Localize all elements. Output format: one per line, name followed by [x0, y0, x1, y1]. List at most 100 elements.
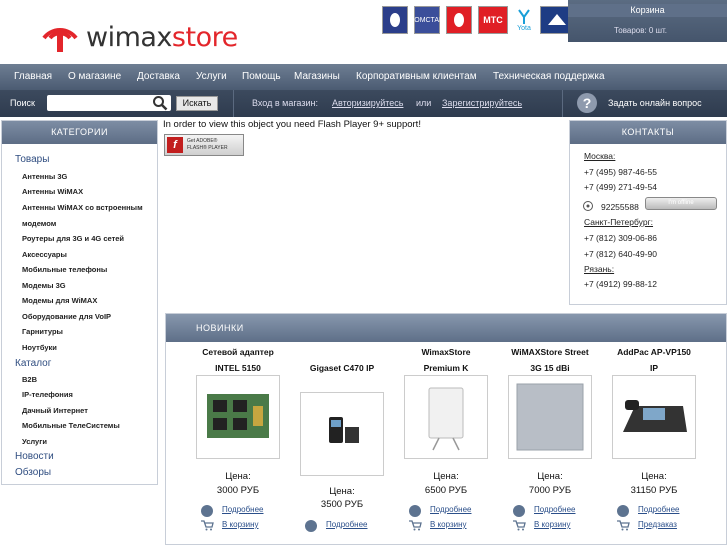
add-to-cart-link[interactable]: В корзину: [222, 520, 259, 529]
icq-status-badge: I'm offline: [645, 197, 717, 210]
product-name[interactable]: Сетевой адаптер INTEL 5150: [188, 344, 288, 376]
flash-icon: f: [167, 137, 183, 153]
product-name-line1: Сетевой адаптер: [202, 347, 274, 357]
get-flash-player-button[interactable]: f Get ADOBE® FLASH® PLAYER: [164, 134, 244, 156]
category-catalog[interactable]: Каталог: [15, 358, 51, 369]
category-item[interactable]: Аксессуары: [22, 250, 67, 259]
category-item[interactable]: Роутеры для 3G и 4G сетей: [22, 234, 124, 243]
nav-item-home[interactable]: Главная: [14, 71, 52, 82]
category-item[interactable]: Модемы 3G: [22, 281, 66, 290]
search-icon[interactable]: [152, 95, 168, 111]
product-image[interactable]: [300, 392, 384, 476]
logo-text-wimax: wimax: [86, 22, 172, 53]
category-item[interactable]: Дачный Интернет: [22, 406, 88, 415]
product-price: 31150 РУБ: [630, 485, 678, 496]
categories-panel: КАТЕГОРИИ Товары Антенны 3G Антенны WiMA…: [1, 120, 158, 485]
category-goods[interactable]: Товары: [15, 154, 49, 165]
category-item[interactable]: Услуги: [22, 437, 47, 446]
logo-text-store: store: [171, 22, 238, 53]
cart-title[interactable]: Корзина: [568, 4, 727, 17]
category-item[interactable]: Ноутбуки: [22, 343, 57, 352]
categories-title: КАТЕГОРИИ: [2, 121, 157, 144]
product-image[interactable]: [508, 375, 592, 459]
nav-item-services[interactable]: Услуги: [196, 71, 227, 82]
nav-item-about[interactable]: О магазине: [68, 71, 121, 82]
more-link[interactable]: Подробнее: [638, 505, 680, 514]
yota-icon[interactable]: Yota: [514, 6, 534, 34]
login-link[interactable]: Авторизируйтесь: [332, 98, 403, 108]
nav-item-help[interactable]: Помощь: [242, 71, 281, 82]
product-card: AddPac AP-VP150 IP Цена: 31150 РУБ Подроб…: [604, 344, 704, 531]
question-icon[interactable]: ?: [577, 93, 597, 113]
cart-box[interactable]: Корзина Товаров: 0 шт.: [568, 0, 727, 42]
product-name[interactable]: WimaxStore Premium K: [396, 344, 496, 376]
product-image[interactable]: [196, 375, 280, 459]
search-label: Поиск: [10, 98, 35, 108]
category-item[interactable]: Мобильные ТелеСистемы: [22, 421, 120, 430]
register-link[interactable]: Зарегистрируйтесь: [442, 98, 522, 108]
phone: +7 (812) 309-06-86: [584, 233, 658, 243]
main-nav: Главная О магазине Доставка Услуги Помощ…: [0, 64, 727, 90]
search-button[interactable]: Искать: [176, 96, 218, 111]
city-spb[interactable]: Санкт-Петербург:: [584, 217, 653, 227]
category-item[interactable]: Оборудование для VoIP: [22, 312, 111, 321]
nav-item-delivery[interactable]: Доставка: [137, 71, 180, 82]
partner-logos: КОМСТАР МТС Yota: [382, 5, 573, 35]
category-item[interactable]: Антенны 3G: [22, 172, 67, 181]
nav-item-support[interactable]: Техническая поддержка: [493, 71, 605, 82]
add-to-cart-link[interactable]: В корзину: [534, 520, 571, 529]
login-or: или: [416, 98, 432, 108]
product-name-line1: WiMAXStore Street: [511, 347, 589, 357]
mts-icon[interactable]: МТС: [478, 6, 508, 34]
preorder-link[interactable]: Предзаказ: [638, 520, 677, 529]
site-logo[interactable]: wimaxstore: [36, 8, 238, 58]
contacts-panel: КОНТАКТЫ Москва: +7 (495) 987-46-55 +7 (…: [569, 120, 727, 305]
icq-number: 92255588: [601, 202, 639, 212]
category-item[interactable]: B2B: [22, 375, 37, 384]
product-name[interactable]: Gigaset C470 IP: [292, 344, 392, 392]
ask-question-link[interactable]: Задать онлайн вопрос: [608, 98, 702, 108]
more-link[interactable]: Подробнее: [326, 520, 368, 529]
komstar-small-icon[interactable]: КОМСТАР: [410, 6, 444, 34]
category-news[interactable]: Новости: [15, 451, 54, 462]
phone: +7 (499) 271-49-54: [584, 182, 658, 192]
partner-label: КОМСТАР: [410, 16, 444, 24]
product-name[interactable]: AddPac AP-VP150 IP: [604, 344, 704, 376]
city-moscow[interactable]: Москва:: [584, 151, 615, 161]
signal-logo-icon: [42, 28, 78, 52]
nav-item-stores[interactable]: Магазины: [294, 71, 340, 82]
category-reviews[interactable]: Обзоры: [15, 467, 51, 478]
more-link[interactable]: Подробнее: [430, 505, 472, 514]
city-ryazan[interactable]: Рязань:: [584, 264, 614, 274]
price-label: Цена:: [641, 471, 667, 482]
category-item[interactable]: Антенны WiMAX: [22, 187, 83, 196]
more-link[interactable]: Подробнее: [534, 505, 576, 514]
megafon-icon[interactable]: [382, 6, 408, 34]
cart-icon: [617, 520, 630, 531]
new-products-panel: НОВИНКИ Сетевой адаптер INTEL 5150 Цена: …: [165, 313, 727, 545]
category-item[interactable]: IP-телефония: [22, 390, 73, 399]
more-link[interactable]: Подробнее: [222, 505, 264, 514]
product-name-line2: IP: [649, 363, 658, 373]
price-label: Цена:: [329, 486, 355, 497]
product-image[interactable]: [404, 375, 488, 459]
product-image[interactable]: [612, 375, 696, 459]
icq-flower-icon: [583, 201, 593, 211]
product-card: WiMAXStore Street 3G 15 dBi Цена: 7000 РУ…: [500, 344, 600, 531]
price-label: Цена:: [225, 471, 251, 482]
category-item[interactable]: модемом: [22, 219, 56, 228]
nav-item-corporate[interactable]: Корпоративным клиентам: [356, 71, 477, 82]
product-name-line1: Gigaset C470 IP: [309, 363, 375, 373]
category-item[interactable]: Гарнитуры: [22, 327, 63, 336]
cart-icon: [513, 520, 526, 531]
phone: +7 (4912) 99-88-12: [584, 279, 658, 289]
cart-icon: [201, 520, 214, 531]
category-item[interactable]: Модемы для WiMAX: [22, 296, 97, 305]
add-to-cart-link[interactable]: В корзину: [430, 520, 467, 529]
product-name[interactable]: WiMAXStore Street 3G 15 dBi: [500, 344, 600, 376]
mts-egg-icon[interactable]: [446, 6, 472, 34]
contacts-title: КОНТАКТЫ: [570, 121, 726, 144]
category-item[interactable]: Мобильные телефоны: [22, 265, 107, 274]
category-item[interactable]: Антенны WiMAX со встроенным: [22, 203, 143, 212]
product-name-line2: INTEL 5150: [215, 363, 261, 373]
